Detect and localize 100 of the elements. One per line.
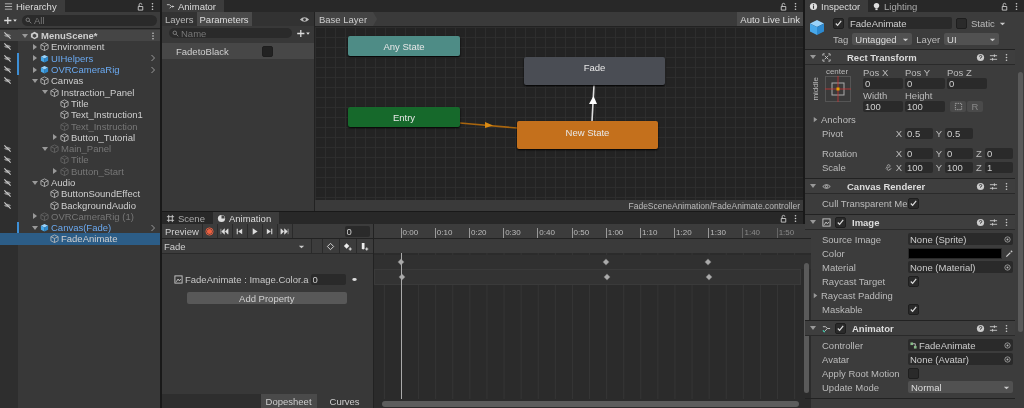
sliders-icon[interactable]: [989, 181, 998, 191]
checkbox[interactable]: [908, 367, 919, 379]
foldout-arrow-icon[interactable]: [809, 324, 817, 332]
color-swatch[interactable]: [908, 247, 1002, 259]
number-field[interactable]: 100: [905, 161, 933, 173]
panel-tab[interactable]: Lighting: [868, 0, 926, 12]
expanded-arrow-icon[interactable]: [31, 223, 39, 232]
hidden-icon[interactable]: [3, 189, 12, 199]
state-node[interactable]: Entry: [348, 107, 460, 127]
checkbox[interactable]: [908, 197, 919, 209]
anchor-preset-icon[interactable]: [825, 76, 851, 102]
component-header[interactable]: Rect Transform: [805, 50, 1015, 65]
component-header[interactable]: Animator: [805, 321, 1015, 336]
number-field[interactable]: 1: [985, 161, 1013, 173]
collapsed-arrow-icon[interactable]: [812, 291, 819, 299]
target-icon[interactable]: [1004, 235, 1011, 243]
hidden-icon[interactable]: [3, 166, 12, 176]
number-field[interactable]: 0: [905, 147, 933, 159]
sliders-icon[interactable]: [989, 323, 998, 333]
frame-field[interactable]: 0: [344, 225, 370, 237]
tree-row[interactable]: Title: [0, 97, 160, 110]
number-field[interactable]: 0: [905, 78, 945, 89]
eye-icon[interactable]: [299, 14, 310, 24]
checkbox[interactable]: [908, 303, 919, 315]
number-field[interactable]: 100: [863, 101, 903, 112]
panel-tab[interactable]: Inspector: [805, 0, 869, 12]
object-field[interactable]: FadeAnimate: [908, 339, 1013, 351]
object-field[interactable]: None (Sprite): [908, 233, 1013, 245]
tree-row[interactable]: ButtonSoundEffect: [0, 188, 160, 200]
object-name-field[interactable]: FadeAnimate: [848, 17, 952, 29]
blueprint-button[interactable]: [950, 101, 966, 112]
transition-arrow[interactable]: [589, 84, 597, 122]
layer-tab[interactable]: Layers: [162, 12, 197, 26]
hidden-icon[interactable]: [3, 65, 12, 75]
help-icon[interactable]: [976, 181, 985, 191]
hidden-icon[interactable]: [3, 200, 12, 210]
number-field[interactable]: 0.5: [905, 127, 933, 139]
panel-tab[interactable]: Scene: [162, 212, 213, 224]
tree-row[interactable]: Canvas: [0, 75, 160, 87]
checkbox[interactable]: [908, 275, 919, 287]
help-icon[interactable]: [976, 217, 985, 227]
lock-icon[interactable]: [136, 1, 145, 11]
hidden-icon[interactable]: [3, 53, 12, 63]
layer-tab[interactable]: Parameters: [196, 12, 252, 26]
tree-row[interactable]: Environment: [0, 41, 160, 53]
eyedropper-icon[interactable]: [1005, 248, 1014, 258]
scrollbar[interactable]: [803, 263, 809, 393]
tree-row[interactable]: OVRCameraRig: [0, 63, 160, 76]
foldout-arrow-icon[interactable]: [809, 218, 817, 226]
search-field[interactable]: Name: [169, 28, 292, 38]
breadcrumb[interactable]: Base Layer: [315, 12, 378, 26]
checkbox[interactable]: [835, 216, 846, 228]
number-field[interactable]: 100: [905, 101, 945, 112]
foldout-label[interactable]: Raycast Padding: [821, 289, 893, 301]
lock-icon[interactable]: [779, 213, 788, 223]
hidden-icon[interactable]: [3, 155, 12, 165]
expanded-arrow-icon[interactable]: [31, 178, 39, 187]
hidden-icon[interactable]: [3, 144, 12, 154]
checkbox[interactable]: [262, 45, 273, 57]
hidden-icon[interactable]: [3, 42, 12, 52]
auto-live-link-button[interactable]: Auto Live Link: [737, 12, 803, 26]
tree-row[interactable]: Instraction_Panel: [0, 86, 160, 98]
scrollbar[interactable]: [1018, 72, 1023, 332]
view-tab[interactable]: Dopesheet: [260, 394, 317, 408]
add-icon[interactable]: [3, 15, 18, 25]
number-field[interactable]: 100: [945, 161, 973, 173]
panel-tab[interactable]: Animator: [162, 0, 224, 12]
expanded-arrow-icon[interactable]: [41, 144, 49, 153]
transition-arrow[interactable]: [459, 122, 518, 129]
playhead-line[interactable]: [400, 253, 402, 399]
checkbox[interactable]: [956, 17, 967, 29]
component-header[interactable]: Image: [805, 215, 1015, 230]
collapsed-arrow-icon[interactable]: [31, 42, 39, 51]
number-field[interactable]: 0: [863, 78, 903, 89]
lock-icon[interactable]: [1000, 1, 1009, 11]
object-field[interactable]: None (Material): [908, 261, 1013, 273]
panel-tab[interactable]: Animation: [212, 212, 280, 224]
tree-row[interactable]: Text_Instruction1: [0, 109, 160, 121]
tree-row[interactable]: BackgroundAudio: [0, 199, 160, 211]
lock-icon[interactable]: [779, 1, 788, 11]
sliders-icon[interactable]: [989, 52, 998, 62]
object-field[interactable]: None (Avatar): [908, 353, 1013, 365]
number-field[interactable]: 0: [985, 147, 1013, 159]
expanded-arrow-icon[interactable]: [31, 76, 39, 85]
search-field[interactable]: All: [22, 14, 157, 26]
property-name[interactable]: FadeAnimate : Image.Color.a: [185, 273, 309, 285]
collapsed-arrow-icon[interactable]: [51, 167, 59, 176]
tree-row[interactable]: UIHelpers: [0, 52, 160, 64]
state-node[interactable]: Fade: [524, 57, 665, 85]
tree-row[interactable]: Canvas(Fade): [0, 222, 160, 234]
target-icon[interactable]: [1004, 263, 1011, 271]
tree-row[interactable]: Audio: [0, 176, 160, 189]
panel-tab[interactable]: Hierarchy: [0, 0, 65, 12]
more-icon[interactable]: [149, 31, 157, 40]
help-icon[interactable]: [976, 52, 985, 62]
parameter-row[interactable]: FadetoBlack: [162, 43, 314, 59]
tree-row[interactable]: FadeAnimate: [0, 233, 160, 245]
collapsed-arrow-icon[interactable]: [31, 54, 39, 63]
link-icon[interactable]: [884, 162, 893, 172]
collapsed-arrow-icon[interactable]: [812, 115, 819, 123]
